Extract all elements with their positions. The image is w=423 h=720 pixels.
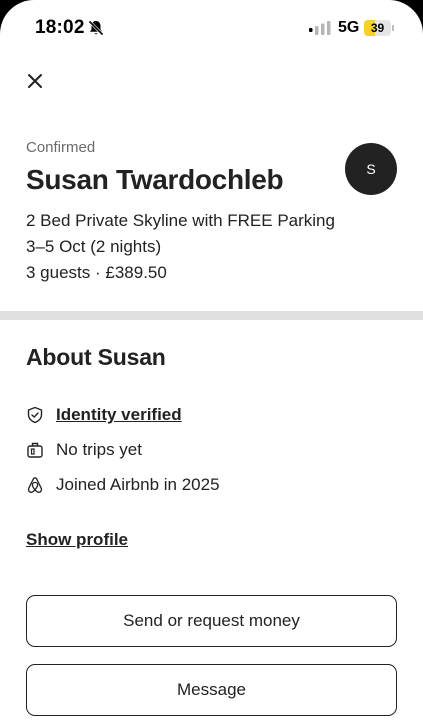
close-icon	[28, 74, 42, 88]
shield-check-icon	[27, 406, 43, 424]
joined-label: Joined Airbnb in 2025	[56, 475, 220, 494]
message-button[interactable]: Message	[26, 664, 397, 716]
identity-verified-label[interactable]: Identity verified	[56, 405, 182, 425]
trips-label: No trips yet	[56, 440, 142, 459]
stay-dates: 3–5 Oct (2 nights)	[26, 237, 162, 256]
listing-title: 2 Bed Private Skyline with FREE Parking	[26, 211, 335, 230]
battery-icon: 39	[364, 20, 394, 36]
avatar[interactable]: S	[345, 143, 397, 195]
status-time: 18:02	[35, 17, 85, 38]
identity-verified-row[interactable]: Identity verified	[26, 403, 182, 427]
section-divider	[0, 311, 423, 320]
reservation-screen: 18:02 5G 39 Confirmed Susan Twardochleb …	[0, 0, 423, 720]
about-title: About Susan	[26, 344, 166, 370]
joined-row: Joined Airbnb in 2025	[26, 473, 220, 497]
guests-price: 3 guests · £389.50	[26, 263, 167, 282]
airbnb-logo-icon	[27, 477, 43, 493]
status-bar: 18:02 5G 39	[0, 0, 423, 56]
battery-level: 39	[370, 21, 385, 35]
show-profile-link[interactable]: Show profile	[26, 530, 128, 550]
close-button[interactable]	[20, 66, 50, 96]
reservation-status: Confirmed	[26, 139, 96, 156]
guest-name: Susan Twardochleb	[26, 164, 284, 195]
suitcase-icon	[27, 442, 43, 458]
bell-muted-icon	[88, 20, 104, 36]
network-type: 5G	[338, 19, 360, 36]
signal-icon	[309, 21, 331, 35]
send-money-button[interactable]: Send or request money	[26, 595, 397, 647]
trips-row: No trips yet	[26, 438, 142, 462]
